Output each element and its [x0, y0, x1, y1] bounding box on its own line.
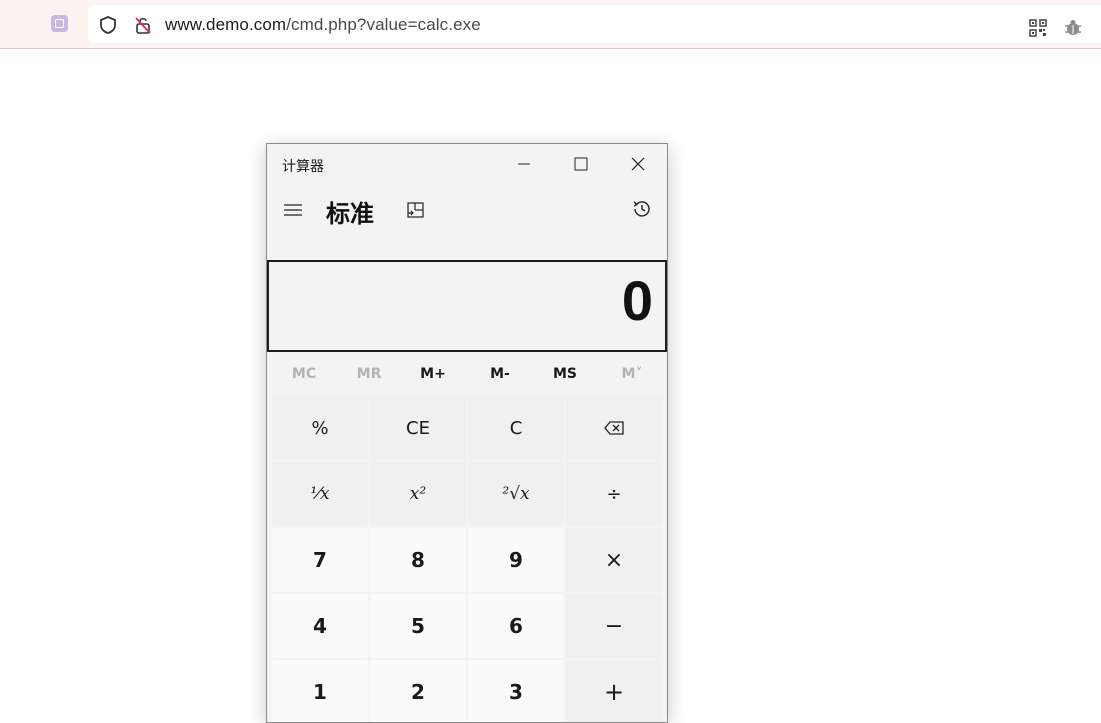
bug-icon[interactable] — [1063, 18, 1083, 38]
insecure-lock-icon[interactable] — [133, 15, 153, 35]
minus-button[interactable]: − — [566, 594, 662, 658]
url-bar[interactable]: www.demo.com/cmd.php?value=calc.exe — [88, 5, 1101, 43]
digit-5-button[interactable]: 5 — [370, 594, 466, 658]
digit-6-button[interactable]: 6 — [468, 594, 564, 658]
multiply-button[interactable]: × — [566, 528, 662, 592]
shield-icon[interactable] — [98, 15, 118, 35]
memory-store-button[interactable]: MS — [540, 366, 590, 382]
extension-icon[interactable] — [51, 15, 68, 32]
square-root-button[interactable]: ²√x — [468, 462, 564, 526]
memory-clear-button[interactable]: MC — [279, 366, 329, 382]
digit-4-button[interactable]: 4 — [272, 594, 368, 658]
percent-button[interactable]: % — [272, 396, 368, 460]
close-icon[interactable] — [623, 153, 653, 175]
clear-entry-button[interactable]: CE — [370, 396, 466, 460]
memory-recall-button[interactable]: MR — [344, 366, 394, 382]
minimize-icon[interactable] — [509, 153, 539, 175]
browser-toolbar: www.demo.com/cmd.php?value=calc.exe — [0, 0, 1101, 49]
url-path: /cmd.php?value=calc.exe — [286, 15, 481, 34]
clear-button[interactable]: C — [468, 396, 564, 460]
result-display: 0 — [267, 260, 667, 352]
plus-button[interactable]: + — [566, 660, 662, 722]
digit-2-button[interactable]: 2 — [370, 660, 466, 722]
digit-7-button[interactable]: 7 — [272, 528, 368, 592]
history-icon[interactable] — [631, 198, 653, 220]
backspace-icon — [604, 421, 624, 435]
mode-title: 标准 — [326, 200, 374, 228]
digit-3-button[interactable]: 3 — [468, 660, 564, 722]
calculator-window: 计算器 标准 0 MC MR M+ M- MS M˅ % CE C ⅟x x² … — [266, 143, 668, 723]
display-value: 0 — [621, 269, 653, 332]
memory-list-button[interactable]: M˅ — [607, 366, 657, 382]
digit-8-button[interactable]: 8 — [370, 528, 466, 592]
square-root-label: ²√x — [502, 484, 530, 504]
backspace-button[interactable] — [566, 396, 662, 460]
memory-subtract-button[interactable]: M- — [475, 366, 525, 382]
square-label: x² — [409, 484, 427, 504]
memory-add-button[interactable]: M+ — [408, 366, 458, 382]
digit-1-button[interactable]: 1 — [272, 660, 368, 722]
digit-9-button[interactable]: 9 — [468, 528, 564, 592]
url-host: www.demo.com — [165, 15, 287, 34]
qr-code-icon[interactable] — [1028, 18, 1048, 38]
maximize-icon[interactable] — [566, 153, 596, 175]
divide-button[interactable]: ÷ — [566, 462, 662, 526]
menu-icon[interactable] — [283, 202, 303, 218]
memory-row: MC MR M+ M- MS M˅ — [267, 359, 667, 389]
window-title: 计算器 — [282, 159, 324, 175]
reciprocal-button[interactable]: ⅟x — [272, 462, 368, 526]
reciprocal-label: ⅟x — [310, 484, 330, 504]
keep-on-top-icon[interactable] — [405, 200, 425, 220]
url-text[interactable]: www.demo.com/cmd.php?value=calc.exe — [165, 15, 481, 35]
square-button[interactable]: x² — [370, 462, 466, 526]
